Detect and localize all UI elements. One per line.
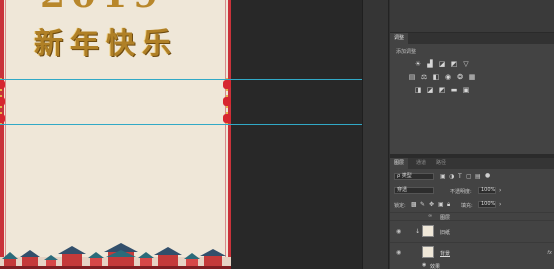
lock-transparent-icon[interactable]: ▩: [411, 201, 417, 208]
poster-frame-right: [228, 0, 231, 269]
blend-mode-select[interactable]: 穿透: [394, 187, 434, 194]
add-adjustment-label: 添加调整: [396, 49, 417, 55]
brightness-contrast-icon[interactable]: ☀: [414, 61, 422, 68]
adjustment-filter-icon[interactable]: ◑: [449, 173, 454, 180]
guide-line[interactable]: [0, 124, 362, 125]
layer-name[interactable]: 旧纸: [440, 229, 450, 236]
layer-row[interactable]: ◉ ↓ 旧纸: [390, 220, 554, 242]
lock-artboard-icon[interactable]: ▣: [438, 201, 444, 208]
lock-position-icon[interactable]: ✥: [429, 201, 434, 208]
type-filter-icon[interactable]: T: [458, 173, 462, 180]
new-year-poster: 2019 新年快乐: [0, 0, 231, 269]
tab-channels[interactable]: 通道: [412, 158, 430, 169]
layers-tabbar: 图层 通道 路径: [390, 158, 554, 169]
palace-skyline-illustration: [0, 243, 231, 269]
opacity-field[interactable]: 100%: [478, 187, 496, 194]
adjustments-tabbar: 调整: [390, 33, 554, 44]
clip-arrow-icon: ↓: [415, 228, 421, 235]
layers-panel: 图层 通道 路径 ρ 类型 ▣ ◑ T ▢ ▤ ● 穿透 不透明度: 100% …: [390, 158, 554, 269]
panel-empty-area: [390, 0, 554, 33]
adjustments-panel: 添加调整 ☀ ▟ ◪ ◩ ▽ ▤ ⚖ ◧ ◉ ❂ ▦ ◨ ◪ ◩ ▬ ▣: [390, 44, 554, 154]
black-white-icon[interactable]: ◧: [432, 74, 440, 81]
document-canvas[interactable]: 2019 新年快乐: [0, 0, 362, 269]
visibility-eye-icon[interactable]: ◉: [396, 249, 403, 256]
tab-paths[interactable]: 路径: [432, 158, 450, 169]
layer-kind-filter[interactable]: ρ 类型: [394, 173, 434, 180]
selective-color-icon[interactable]: ▣: [462, 87, 470, 94]
photo-filter-icon[interactable]: ◉: [444, 74, 452, 81]
lantern-icon: [0, 95, 5, 108]
right-panels: 调整 添加调整 ☀ ▟ ◪ ◩ ▽ ▤ ⚖ ◧ ◉ ❂ ▦ ◨ ◪ ◩ ▬ ▣ …: [390, 0, 554, 269]
blend-opacity-row: 穿透 不透明度: 100% ›: [390, 185, 554, 197]
fill-field[interactable]: 100%: [478, 201, 496, 208]
layer-name[interactable]: 背景: [440, 250, 450, 257]
chevron-down-icon[interactable]: ›: [499, 201, 501, 208]
curves-icon[interactable]: ◪: [438, 61, 446, 68]
layer-effects-badge[interactable]: fx: [547, 250, 552, 256]
layer-row[interactable]: ◉ 背景 fx: [390, 242, 554, 262]
poster-frame-left-inner: [5, 0, 6, 269]
smart-object-filter-icon[interactable]: ▤: [475, 173, 481, 180]
shape-filter-icon[interactable]: ▢: [466, 173, 472, 180]
lantern-icon: [223, 95, 231, 108]
layer-thumbnail: [422, 225, 434, 237]
year-text: 2019: [40, 0, 164, 16]
lock-fill-row: 锁定: ▩ ✎ ✥ ▣ 🔒︎ 填充: 100% ›: [390, 199, 554, 211]
chevron-down-icon[interactable]: ›: [499, 187, 501, 194]
vibrance-icon[interactable]: ▽: [462, 61, 470, 68]
layer-row-partial[interactable]: ∞ 图层: [390, 212, 554, 221]
effects-row[interactable]: ◉ 效果: [390, 262, 554, 269]
lock-label: 锁定:: [394, 203, 406, 209]
layer-filter-row: ρ 类型 ▣ ◑ T ▢ ▤ ●: [390, 171, 554, 183]
layer-thumbnail: [422, 246, 434, 258]
lantern-icon: [223, 112, 231, 125]
greeting-text: 新年快乐: [34, 26, 179, 60]
opacity-label: 不透明度:: [450, 189, 472, 195]
color-balance-icon[interactable]: ⚖: [420, 74, 428, 81]
invert-icon[interactable]: ◨: [414, 87, 422, 94]
collapsed-panel-strip[interactable]: [372, 0, 389, 269]
photoshop-workspace: 2019 新年快乐: [0, 0, 554, 269]
filter-toggle-icon[interactable]: ●: [485, 172, 490, 179]
panel-divider[interactable]: [362, 0, 372, 269]
effects-eye-icon[interactable]: ◉: [422, 262, 426, 268]
lantern-icon: [0, 78, 5, 91]
guide-line[interactable]: [0, 79, 362, 80]
posterize-icon[interactable]: ◪: [426, 87, 434, 94]
fill-label: 填充:: [461, 203, 473, 209]
lantern-icon: [0, 112, 5, 125]
hue-saturation-icon[interactable]: ▤: [408, 74, 416, 81]
color-lookup-icon[interactable]: ▦: [468, 74, 476, 81]
levels-icon[interactable]: ▟: [426, 61, 434, 68]
poster-frame-right-inner: [225, 0, 226, 269]
gradient-map-icon[interactable]: ▬: [450, 87, 458, 94]
poster-frame-left: [0, 0, 4, 269]
tab-adjustments[interactable]: 调整: [390, 33, 409, 44]
tab-layers[interactable]: 图层: [390, 158, 409, 169]
visibility-eye-icon[interactable]: ◉: [396, 228, 403, 235]
exposure-icon[interactable]: ◩: [450, 61, 458, 68]
link-icon: ∞: [428, 213, 433, 219]
threshold-icon[interactable]: ◩: [438, 87, 446, 94]
lantern-icon: [223, 78, 231, 91]
pixel-filter-icon[interactable]: ▣: [440, 173, 446, 180]
effects-label: 效果: [430, 264, 441, 269]
lock-all-icon[interactable]: 🔒︎: [447, 201, 450, 208]
channel-mixer-icon[interactable]: ❂: [456, 74, 464, 81]
lock-pixels-icon[interactable]: ✎: [420, 201, 425, 208]
